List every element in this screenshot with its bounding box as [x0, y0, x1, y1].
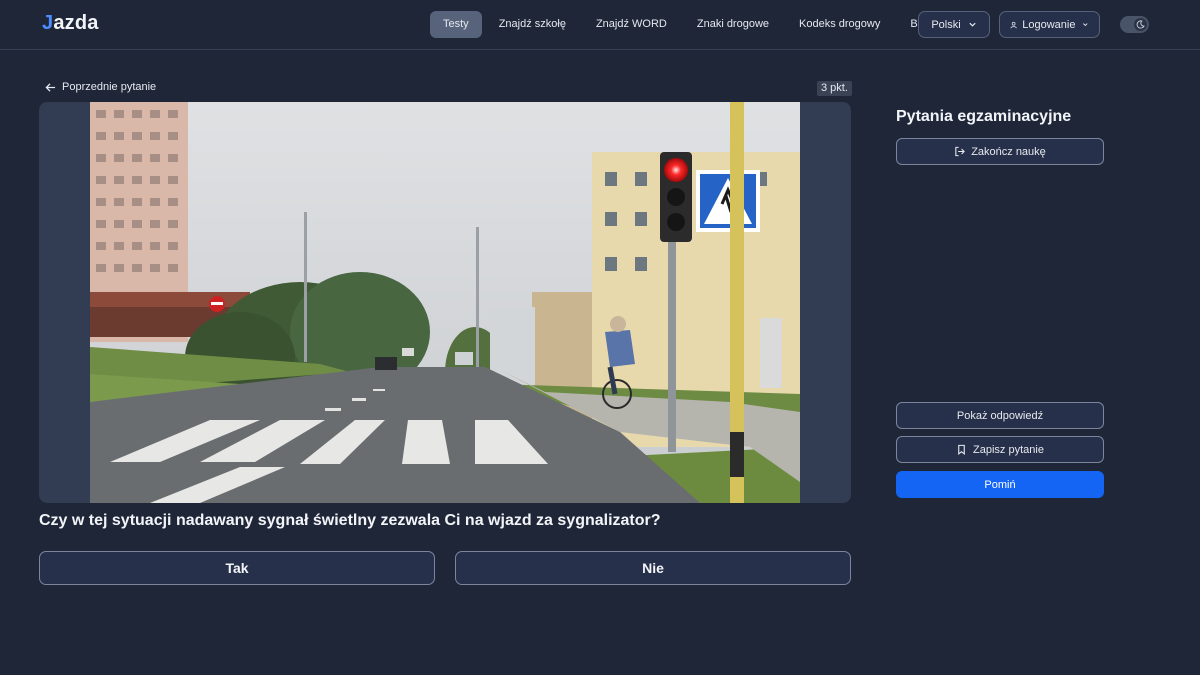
- question-media: [39, 102, 851, 503]
- nav-item-road-signs[interactable]: Znaki drogowe: [684, 11, 782, 38]
- site-logo[interactable]: Jazda: [42, 12, 99, 35]
- save-question-label: Zapisz pytanie: [973, 443, 1044, 456]
- chevron-down-icon: [1083, 23, 1088, 27]
- nav-item-find-word[interactable]: Znajdź WORD: [583, 11, 680, 38]
- road-scene-image: [90, 102, 800, 503]
- end-learning-label: Zakończ naukę: [971, 145, 1046, 158]
- show-answer-label: Pokaż odpowiedź: [956, 409, 1044, 422]
- login-label: Logowanie: [1022, 18, 1076, 31]
- skip-label: Pomiń: [984, 478, 1016, 491]
- arrow-left-icon: [45, 82, 56, 92]
- sidebar-title: Pytania egzaminacyjne: [896, 108, 1072, 125]
- previous-question-link[interactable]: Poprzednie pytanie: [45, 81, 156, 93]
- nav-item-testy[interactable]: Testy: [430, 11, 482, 38]
- answer-yes-button[interactable]: Tak: [39, 551, 435, 585]
- bookmark-icon: [958, 444, 965, 455]
- login-button[interactable]: Logowanie: [999, 11, 1100, 38]
- language-label: Polski: [931, 18, 961, 31]
- language-select[interactable]: Polski: [918, 11, 990, 38]
- points-badge: 3 pkt.: [817, 81, 852, 96]
- main-nav: Testy Znajdź szkołę Znajdź WORD Znaki dr…: [430, 11, 949, 38]
- chevron-down-icon: [969, 22, 976, 27]
- show-answer-button[interactable]: Pokaż odpowiedź: [896, 402, 1104, 429]
- previous-question-label: Poprzednie pytanie: [62, 81, 157, 93]
- nav-item-find-school[interactable]: Znajdź szkołę: [486, 11, 579, 38]
- theme-toggle[interactable]: [1120, 16, 1149, 33]
- top-navbar: Jazda Testy Znajdź szkołę Znajdź WORD Zn…: [0, 0, 1200, 50]
- moon-icon: [1134, 18, 1147, 31]
- answer-no-button[interactable]: Nie: [455, 551, 851, 585]
- skip-button[interactable]: Pomiń: [896, 471, 1104, 498]
- nav-item-road-code[interactable]: Kodeks drogowy: [786, 11, 893, 38]
- question-text: Czy w tej sytuacji nadawany sygnał świet…: [39, 512, 661, 529]
- save-question-button[interactable]: Zapisz pytanie: [896, 436, 1104, 463]
- user-icon: [1010, 21, 1017, 28]
- logout-icon: [955, 146, 966, 157]
- logo-text: azda: [53, 12, 99, 34]
- end-learning-button[interactable]: Zakończ naukę: [896, 138, 1104, 165]
